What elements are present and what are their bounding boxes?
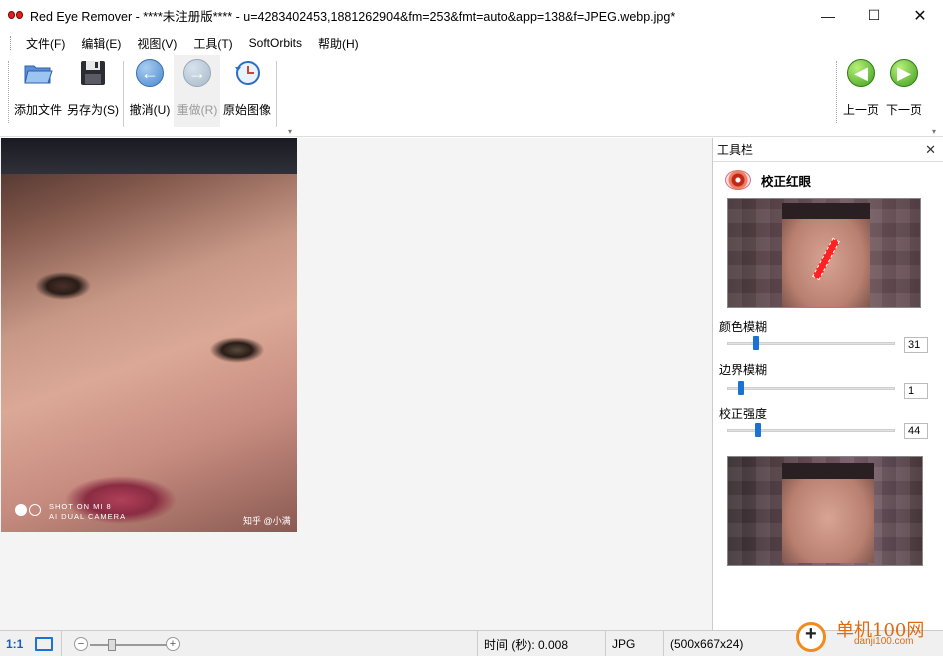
photo-watermark-line2: AI DUAL CAMERA: [49, 512, 127, 521]
photo-screen-edge: [1, 138, 297, 174]
zoom-out-icon[interactable]: −: [74, 637, 88, 651]
floppy-disk-icon: [77, 57, 109, 89]
next-page-label: 下一页: [885, 103, 922, 117]
nav-toolbar-overflow-icon[interactable]: ▾: [932, 127, 940, 136]
add-file-button[interactable]: 添加文件: [12, 55, 64, 127]
image-canvas[interactable]: SHOT ON MI 8 AI DUAL CAMERA 知乎 @小满: [0, 138, 712, 630]
site-logo-icon: [796, 622, 826, 652]
zoom-slider-segment: − +: [62, 631, 478, 656]
maximize-button[interactable]: ☐: [851, 0, 897, 31]
toolbar-overflow-icon[interactable]: ▾: [288, 127, 296, 136]
nav-toolbar-grip[interactable]: [836, 61, 839, 123]
site-watermark: 单机100网 danji100.com: [792, 614, 943, 656]
menu-view[interactable]: 视图(V): [129, 35, 185, 52]
folder-open-icon: [22, 57, 54, 89]
menu-bar: 文件(F) 编辑(E) 视图(V) 工具(T) SoftOrbits 帮助(H): [0, 31, 943, 55]
arrow-right-icon: →: [181, 57, 213, 89]
toolbar-separator: [123, 61, 124, 127]
original-image-button[interactable]: 原始图像: [221, 55, 273, 127]
next-page-button[interactable]: ▶ 下一页: [883, 55, 925, 127]
border-blur-slider[interactable]: [727, 381, 895, 395]
color-blur-thumb[interactable]: [753, 336, 759, 350]
arrow-left-green-icon: ◀: [845, 57, 877, 89]
color-blur-label: 颜色模糊: [719, 320, 768, 334]
toolbar-separator: [276, 61, 277, 127]
correction-strength-label: 校正强度: [719, 407, 768, 421]
toolbar: 添加文件 另存为(S) ← 撤消(U) → 重做(R) 原始图像 ▾ ◀ 上一页…: [0, 55, 943, 137]
color-blur-value[interactable]: 31: [904, 337, 928, 353]
redo-label: 重做(R): [176, 103, 218, 117]
menu-grip[interactable]: [10, 36, 13, 50]
arrow-right-green-icon: ▶: [888, 57, 920, 89]
add-file-label: 添加文件: [13, 103, 62, 117]
fit-to-window-icon[interactable]: [35, 637, 54, 651]
result-preview: [727, 456, 923, 566]
site-watermark-subtitle: danji100.com: [854, 636, 914, 647]
panel-header: 工具栏 ✕: [713, 138, 943, 162]
arrow-left-icon: ←: [134, 57, 166, 89]
result-face: [782, 463, 874, 563]
menu-edit[interactable]: 编辑(E): [73, 35, 129, 52]
zoom-in-icon[interactable]: +: [166, 637, 180, 651]
border-blur-label: 边界模糊: [719, 363, 768, 377]
redo-button[interactable]: → 重做(R): [174, 55, 220, 127]
selection-preview[interactable]: [727, 198, 921, 308]
original-image-label: 原始图像: [222, 103, 271, 117]
tool-title: 校正红眼: [725, 170, 811, 190]
zoom-slider[interactable]: [90, 644, 170, 646]
processing-time: 时间 (秒): 0.008: [478, 631, 606, 656]
window-title: Red Eye Remover - ****未注册版**** - u=42834…: [30, 10, 676, 24]
clock-history-icon: [231, 57, 263, 89]
panel-header-title: 工具栏: [717, 143, 754, 157]
camera-dots-icon: [15, 504, 43, 519]
border-blur-value[interactable]: 1: [904, 383, 928, 399]
undo-label: 撤消(U): [129, 103, 171, 117]
prev-page-label: 上一页: [842, 103, 879, 117]
menu-tools[interactable]: 工具(T): [185, 35, 240, 52]
menu-help[interactable]: 帮助(H): [310, 35, 367, 52]
app-eye-icon: [8, 8, 24, 24]
menu-file[interactable]: 文件(F): [18, 35, 73, 52]
correction-strength-slider[interactable]: [727, 423, 895, 437]
prev-page-button[interactable]: ◀ 上一页: [840, 55, 882, 127]
zoom-actual-size-button[interactable]: 1:1: [6, 637, 23, 651]
zoom-slider-thumb[interactable]: [108, 639, 116, 651]
save-as-label: 另存为(S): [67, 103, 119, 117]
photo-image[interactable]: SHOT ON MI 8 AI DUAL CAMERA 知乎 @小满: [1, 138, 297, 532]
minimize-button[interactable]: —: [805, 0, 851, 31]
border-blur-thumb[interactable]: [738, 381, 744, 395]
panel-close-icon[interactable]: ✕: [925, 142, 936, 158]
image-format: JPG: [606, 631, 664, 656]
photo-watermark-credit: 知乎 @小满: [243, 516, 291, 526]
tool-title-label: 校正红眼: [761, 174, 812, 189]
save-as-button[interactable]: 另存为(S): [66, 55, 120, 127]
undo-button[interactable]: ← 撤消(U): [127, 55, 173, 127]
toolbar-grip[interactable]: [8, 61, 11, 123]
image-dimensions: (500x667x24): [670, 637, 744, 651]
correction-strength-thumb[interactable]: [755, 423, 761, 437]
correction-strength-value[interactable]: 44: [904, 423, 928, 439]
close-button[interactable]: ✕: [897, 0, 943, 31]
menu-softorbits[interactable]: SoftOrbits: [241, 36, 310, 50]
photo-watermark-line1: SHOT ON MI 8: [49, 502, 112, 511]
tool-panel: 工具栏 ✕ 校正红眼 颜色模糊 31 边界模糊 1 校正强度 44: [712, 138, 943, 630]
color-blur-slider[interactable]: [727, 336, 895, 350]
title-bar: Red Eye Remover - ****未注册版**** - u=42834…: [0, 0, 943, 31]
zoom-fit-segment: 1:1: [0, 631, 62, 656]
red-eye-icon: [725, 170, 751, 190]
